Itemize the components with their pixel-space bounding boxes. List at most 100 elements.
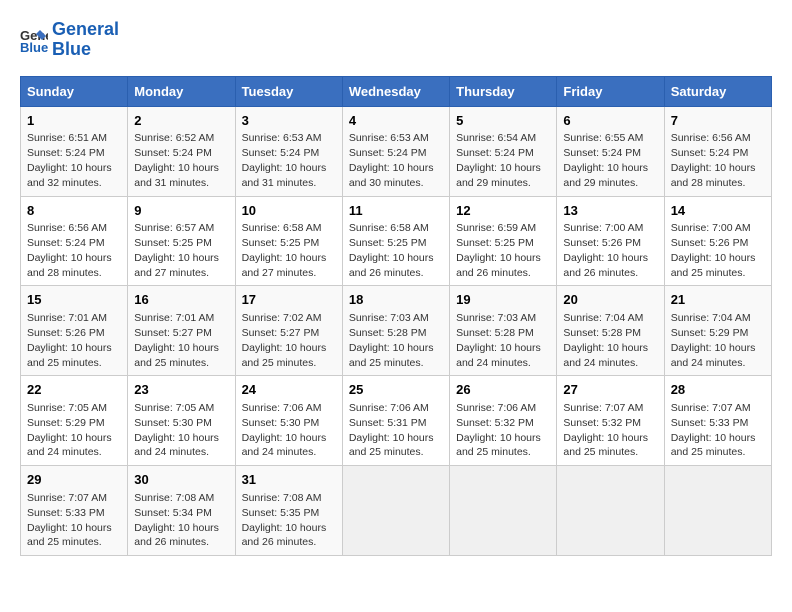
- day-number: 27: [563, 381, 657, 399]
- day-info: Sunrise: 6:54 AMSunset: 5:24 PMDaylight:…: [456, 132, 541, 189]
- day-info: Sunrise: 6:57 AMSunset: 5:25 PMDaylight:…: [134, 222, 219, 279]
- day-of-week-header: Thursday: [450, 76, 557, 106]
- day-number: 6: [563, 112, 657, 130]
- day-info: Sunrise: 6:59 AMSunset: 5:25 PMDaylight:…: [456, 222, 541, 279]
- day-number: 29: [27, 471, 121, 489]
- day-info: Sunrise: 7:01 AMSunset: 5:26 PMDaylight:…: [27, 312, 112, 369]
- logo-text-line1: General: [52, 20, 119, 40]
- calendar-day-cell: 30 Sunrise: 7:08 AMSunset: 5:34 PMDaylig…: [128, 466, 235, 556]
- calendar-day-cell: 7 Sunrise: 6:56 AMSunset: 5:24 PMDayligh…: [664, 106, 771, 196]
- logo: General Blue General Blue: [20, 20, 119, 60]
- day-number: 9: [134, 202, 228, 220]
- logo-icon: General Blue: [20, 26, 48, 54]
- day-number: 25: [349, 381, 443, 399]
- calendar-day-cell: 14 Sunrise: 7:00 AMSunset: 5:26 PMDaylig…: [664, 196, 771, 286]
- calendar-week-row: 29 Sunrise: 7:07 AMSunset: 5:33 PMDaylig…: [21, 466, 772, 556]
- day-info: Sunrise: 6:58 AMSunset: 5:25 PMDaylight:…: [242, 222, 327, 279]
- day-number: 23: [134, 381, 228, 399]
- day-number: 3: [242, 112, 336, 130]
- day-number: 16: [134, 291, 228, 309]
- day-number: 26: [456, 381, 550, 399]
- day-info: Sunrise: 7:01 AMSunset: 5:27 PMDaylight:…: [134, 312, 219, 369]
- day-number: 20: [563, 291, 657, 309]
- day-info: Sunrise: 6:51 AMSunset: 5:24 PMDaylight:…: [27, 132, 112, 189]
- calendar-day-cell: 20 Sunrise: 7:04 AMSunset: 5:28 PMDaylig…: [557, 286, 664, 376]
- calendar-day-cell: 12 Sunrise: 6:59 AMSunset: 5:25 PMDaylig…: [450, 196, 557, 286]
- calendar-day-cell: 28 Sunrise: 7:07 AMSunset: 5:33 PMDaylig…: [664, 376, 771, 466]
- day-number: 14: [671, 202, 765, 220]
- calendar-table: SundayMondayTuesdayWednesdayThursdayFrid…: [20, 76, 772, 557]
- day-of-week-header: Sunday: [21, 76, 128, 106]
- calendar-day-cell: 24 Sunrise: 7:06 AMSunset: 5:30 PMDaylig…: [235, 376, 342, 466]
- day-number: 2: [134, 112, 228, 130]
- calendar-day-cell: 8 Sunrise: 6:56 AMSunset: 5:24 PMDayligh…: [21, 196, 128, 286]
- day-info: Sunrise: 7:03 AMSunset: 5:28 PMDaylight:…: [349, 312, 434, 369]
- day-info: Sunrise: 6:56 AMSunset: 5:24 PMDaylight:…: [27, 222, 112, 279]
- calendar-day-cell: 5 Sunrise: 6:54 AMSunset: 5:24 PMDayligh…: [450, 106, 557, 196]
- day-of-week-header: Tuesday: [235, 76, 342, 106]
- calendar-day-cell: [450, 466, 557, 556]
- calendar-week-row: 1 Sunrise: 6:51 AMSunset: 5:24 PMDayligh…: [21, 106, 772, 196]
- day-info: Sunrise: 7:06 AMSunset: 5:30 PMDaylight:…: [242, 402, 327, 459]
- day-number: 7: [671, 112, 765, 130]
- calendar-week-row: 15 Sunrise: 7:01 AMSunset: 5:26 PMDaylig…: [21, 286, 772, 376]
- calendar-day-cell: 29 Sunrise: 7:07 AMSunset: 5:33 PMDaylig…: [21, 466, 128, 556]
- day-info: Sunrise: 7:06 AMSunset: 5:31 PMDaylight:…: [349, 402, 434, 459]
- calendar-day-cell: 23 Sunrise: 7:05 AMSunset: 5:30 PMDaylig…: [128, 376, 235, 466]
- day-info: Sunrise: 6:58 AMSunset: 5:25 PMDaylight:…: [349, 222, 434, 279]
- day-info: Sunrise: 7:04 AMSunset: 5:29 PMDaylight:…: [671, 312, 756, 369]
- calendar-day-cell: [664, 466, 771, 556]
- day-info: Sunrise: 6:52 AMSunset: 5:24 PMDaylight:…: [134, 132, 219, 189]
- calendar-day-cell: 1 Sunrise: 6:51 AMSunset: 5:24 PMDayligh…: [21, 106, 128, 196]
- day-info: Sunrise: 7:06 AMSunset: 5:32 PMDaylight:…: [456, 402, 541, 459]
- calendar-day-cell: 16 Sunrise: 7:01 AMSunset: 5:27 PMDaylig…: [128, 286, 235, 376]
- calendar-day-cell: 15 Sunrise: 7:01 AMSunset: 5:26 PMDaylig…: [21, 286, 128, 376]
- calendar-day-cell: [557, 466, 664, 556]
- day-info: Sunrise: 6:55 AMSunset: 5:24 PMDaylight:…: [563, 132, 648, 189]
- day-info: Sunrise: 7:07 AMSunset: 5:33 PMDaylight:…: [671, 402, 756, 459]
- day-number: 31: [242, 471, 336, 489]
- calendar-header-row: SundayMondayTuesdayWednesdayThursdayFrid…: [21, 76, 772, 106]
- day-number: 1: [27, 112, 121, 130]
- day-number: 11: [349, 202, 443, 220]
- day-info: Sunrise: 7:08 AMSunset: 5:34 PMDaylight:…: [134, 492, 219, 549]
- calendar-day-cell: 25 Sunrise: 7:06 AMSunset: 5:31 PMDaylig…: [342, 376, 449, 466]
- day-of-week-header: Friday: [557, 76, 664, 106]
- svg-text:Blue: Blue: [20, 40, 48, 54]
- day-number: 17: [242, 291, 336, 309]
- day-info: Sunrise: 7:07 AMSunset: 5:32 PMDaylight:…: [563, 402, 648, 459]
- day-info: Sunrise: 7:00 AMSunset: 5:26 PMDaylight:…: [671, 222, 756, 279]
- day-of-week-header: Saturday: [664, 76, 771, 106]
- calendar-day-cell: 17 Sunrise: 7:02 AMSunset: 5:27 PMDaylig…: [235, 286, 342, 376]
- day-number: 4: [349, 112, 443, 130]
- calendar-day-cell: 19 Sunrise: 7:03 AMSunset: 5:28 PMDaylig…: [450, 286, 557, 376]
- day-info: Sunrise: 6:56 AMSunset: 5:24 PMDaylight:…: [671, 132, 756, 189]
- calendar-day-cell: 2 Sunrise: 6:52 AMSunset: 5:24 PMDayligh…: [128, 106, 235, 196]
- day-info: Sunrise: 7:04 AMSunset: 5:28 PMDaylight:…: [563, 312, 648, 369]
- day-number: 13: [563, 202, 657, 220]
- day-info: Sunrise: 7:07 AMSunset: 5:33 PMDaylight:…: [27, 492, 112, 549]
- day-info: Sunrise: 7:02 AMSunset: 5:27 PMDaylight:…: [242, 312, 327, 369]
- day-number: 22: [27, 381, 121, 399]
- calendar-day-cell: 18 Sunrise: 7:03 AMSunset: 5:28 PMDaylig…: [342, 286, 449, 376]
- day-number: 10: [242, 202, 336, 220]
- calendar-day-cell: 13 Sunrise: 7:00 AMSunset: 5:26 PMDaylig…: [557, 196, 664, 286]
- calendar-week-row: 22 Sunrise: 7:05 AMSunset: 5:29 PMDaylig…: [21, 376, 772, 466]
- day-number: 28: [671, 381, 765, 399]
- page-header: General Blue General Blue: [20, 20, 772, 60]
- calendar-week-row: 8 Sunrise: 6:56 AMSunset: 5:24 PMDayligh…: [21, 196, 772, 286]
- day-info: Sunrise: 7:00 AMSunset: 5:26 PMDaylight:…: [563, 222, 648, 279]
- calendar-day-cell: 11 Sunrise: 6:58 AMSunset: 5:25 PMDaylig…: [342, 196, 449, 286]
- day-number: 24: [242, 381, 336, 399]
- day-number: 15: [27, 291, 121, 309]
- calendar-day-cell: 10 Sunrise: 6:58 AMSunset: 5:25 PMDaylig…: [235, 196, 342, 286]
- day-number: 8: [27, 202, 121, 220]
- calendar-day-cell: 3 Sunrise: 6:53 AMSunset: 5:24 PMDayligh…: [235, 106, 342, 196]
- logo-text-line2: Blue: [52, 40, 119, 60]
- calendar-day-cell: 31 Sunrise: 7:08 AMSunset: 5:35 PMDaylig…: [235, 466, 342, 556]
- calendar-day-cell: 4 Sunrise: 6:53 AMSunset: 5:24 PMDayligh…: [342, 106, 449, 196]
- day-info: Sunrise: 6:53 AMSunset: 5:24 PMDaylight:…: [242, 132, 327, 189]
- calendar-day-cell: 26 Sunrise: 7:06 AMSunset: 5:32 PMDaylig…: [450, 376, 557, 466]
- day-number: 18: [349, 291, 443, 309]
- day-number: 21: [671, 291, 765, 309]
